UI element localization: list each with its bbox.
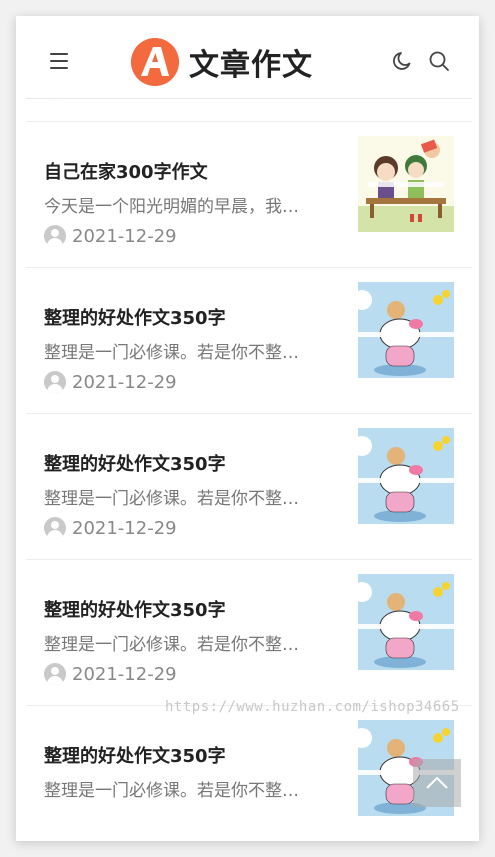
chevron-up-icon (426, 776, 448, 789)
item-date: 2021-12-29 (72, 371, 177, 393)
app-frame: 2021-12-29 自己在家300字作文 今天是一个阳光明媚的早晨，我… 20… (16, 16, 479, 841)
list-item[interactable]: 整理的好处作文350字 整理是一门必修课。若是你不整… 2021-12-29 (26, 414, 472, 560)
item-thumbnail[interactable] (358, 136, 454, 232)
item-meta: 2021-12-29 (44, 662, 177, 686)
item-thumbnail[interactable] (358, 574, 454, 670)
search-icon[interactable] (428, 50, 450, 72)
item-thumbnail[interactable] (358, 282, 454, 378)
item-meta: 2021-12-29 (44, 516, 177, 540)
item-excerpt: 整理是一门必修课。若是你不整… (44, 343, 299, 363)
avatar-icon (44, 225, 66, 247)
watermark-text: https://www.huzhan.com/ishop34665 (165, 699, 460, 715)
item-excerpt: 整理是一门必修课。若是你不整… (44, 781, 299, 801)
item-excerpt: 整理是一门必修课。若是你不整… (44, 489, 299, 509)
item-date: 2021-12-29 (72, 225, 177, 247)
item-title[interactable]: 整理的好处作文350字 (44, 304, 226, 330)
menu-icon[interactable] (50, 53, 68, 69)
back-to-top-button[interactable] (413, 759, 461, 807)
avatar-icon (44, 517, 66, 539)
item-title[interactable]: 自己在家300字作文 (44, 158, 208, 184)
avatar-icon (44, 663, 66, 685)
list-item[interactable]: 整理的好处作文350字 整理是一门必修课。若是你不整… (26, 706, 472, 826)
item-thumbnail[interactable] (358, 428, 454, 524)
logo-text: 文章作文 (189, 48, 313, 83)
top-header: 文章作文 (26, 26, 472, 99)
moon-icon[interactable] (392, 50, 414, 72)
item-meta: 2021-12-29 (44, 224, 177, 248)
item-excerpt: 整理是一门必修课。若是你不整… (44, 635, 299, 655)
logo-mark-icon (131, 38, 179, 86)
list-item[interactable]: 整理的好处作文350字 整理是一门必修课。若是你不整… 2021-12-29 (26, 560, 472, 706)
site-logo[interactable]: 文章作文 (131, 37, 313, 87)
item-excerpt: 今天是一个阳光明媚的早晨，我… (44, 197, 299, 217)
list-item[interactable]: 整理的好处作文350字 整理是一门必修课。若是你不整… 2021-12-29 (26, 268, 472, 414)
list-item[interactable]: 自己在家300字作文 今天是一个阳光明媚的早晨，我… 2021-12-29 (26, 122, 472, 268)
avatar-icon (44, 371, 66, 393)
item-title[interactable]: 整理的好处作文350字 (44, 596, 226, 622)
item-title[interactable]: 整理的好处作文350字 (44, 742, 226, 768)
item-meta: 2021-12-29 (44, 370, 177, 394)
item-date: 2021-12-29 (72, 517, 177, 539)
item-title[interactable]: 整理的好处作文350字 (44, 450, 226, 476)
item-date: 2021-12-29 (72, 663, 177, 685)
